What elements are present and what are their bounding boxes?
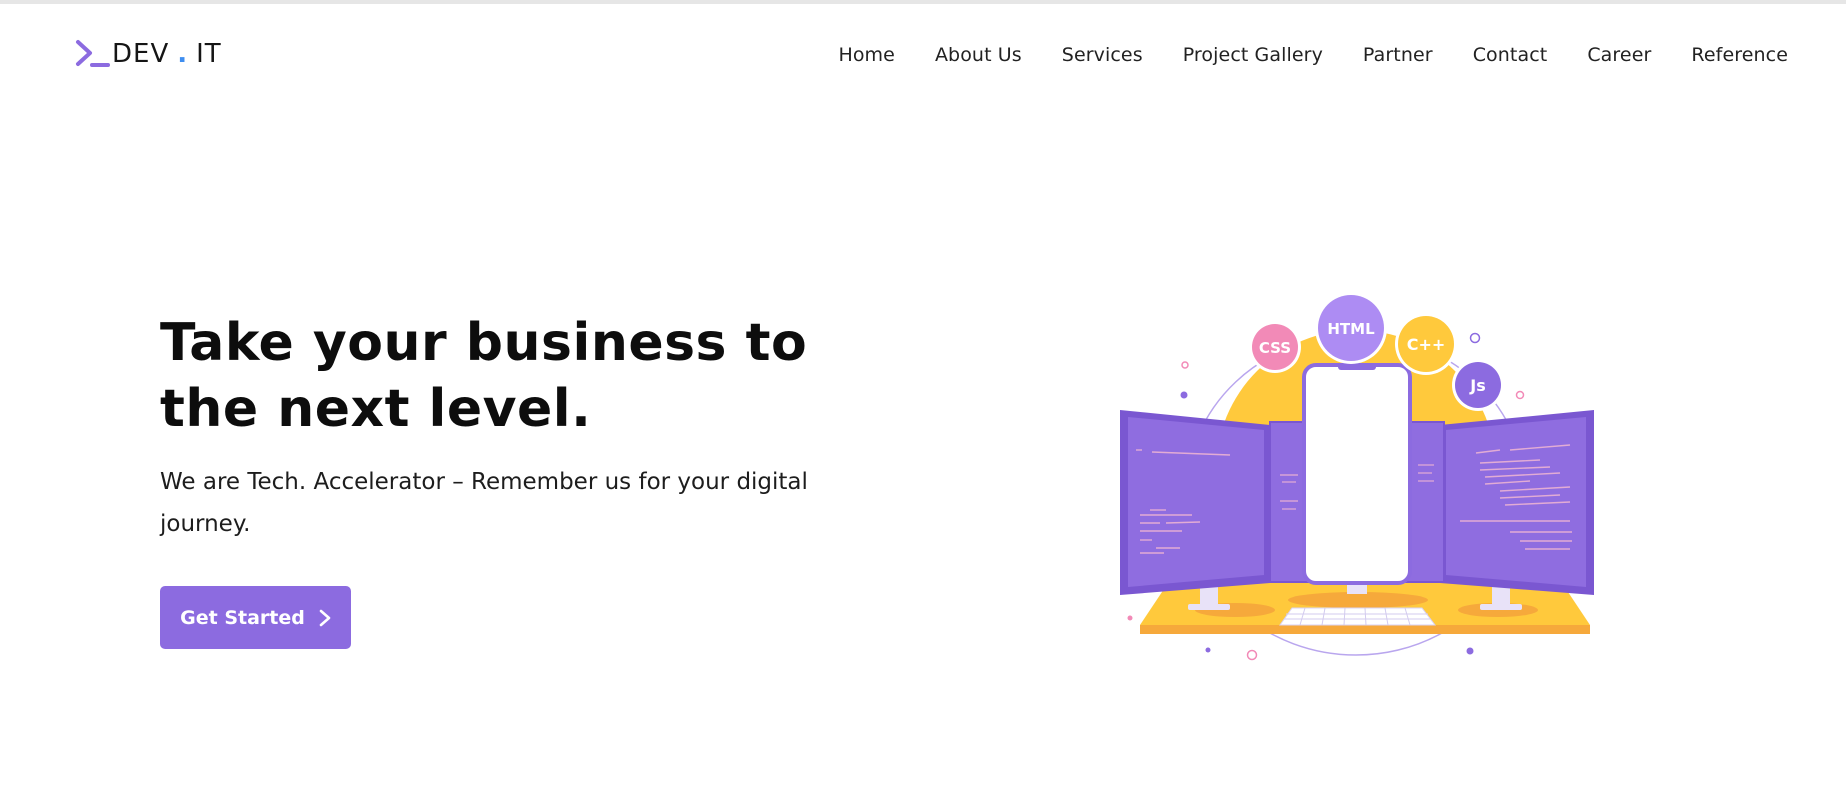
nav-partner[interactable]: Partner [1363,44,1433,66]
nav-project-gallery[interactable]: Project Gallery [1183,44,1323,66]
js-badge-label: Js [1469,376,1485,395]
logo-text: DEV . IT [112,39,222,69]
phone [1302,363,1412,585]
cpp-badge: C++ [1395,313,1457,375]
nav-career[interactable]: Career [1587,44,1651,66]
hero-title: Take your business to the next level. [160,313,808,439]
logo-dot: . [177,39,189,69]
chevron-right-icon [319,609,331,626]
html-badge: HTML [1315,292,1387,364]
nav-home[interactable]: Home [838,44,895,66]
main-nav: Home About Us Services Project Gallery P… [798,44,1788,66]
site-logo[interactable]: DEV . IT [74,36,222,72]
hero-subtitle: We are Tech. Accelerator – Remember us f… [160,469,808,537]
get-started-label: Get Started [180,606,305,629]
developer-setup-illustration: CSS HTML C++ Js [1120,292,1594,661]
nav-services[interactable]: Services [1062,44,1143,66]
logo-suffix: IT [196,39,222,69]
top-border [0,0,1846,4]
cpp-badge-label: C++ [1407,335,1446,354]
nav-reference[interactable]: Reference [1691,44,1788,66]
html-badge-label: HTML [1327,320,1375,338]
keyboard [1279,607,1437,626]
css-badge-label: CSS [1259,339,1291,357]
nav-contact[interactable]: Contact [1473,44,1548,66]
js-badge: Js [1452,359,1504,411]
css-badge: CSS [1249,321,1301,373]
nav-about-us[interactable]: About Us [935,44,1022,66]
logo-prefix: DEV [112,39,170,69]
terminal-prompt-icon [76,40,110,67]
get-started-button[interactable]: Get Started [160,586,351,649]
